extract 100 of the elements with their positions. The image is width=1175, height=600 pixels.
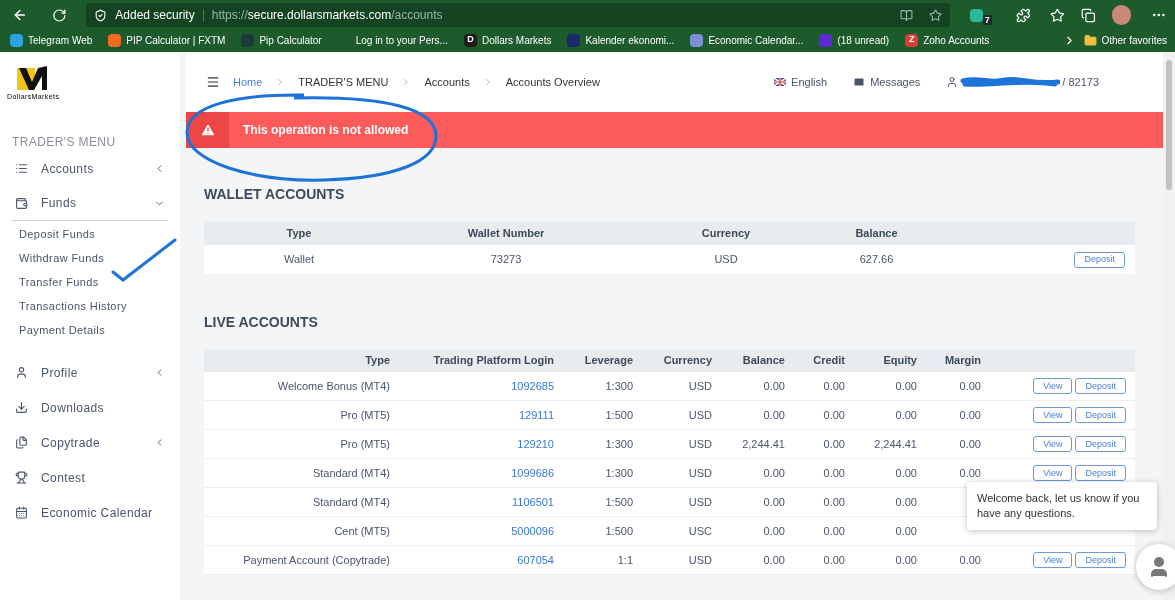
submenu-item[interactable]: Transfer Funds xyxy=(19,270,180,294)
table-cell: 0.00 xyxy=(823,408,845,421)
extension-badge: 7 xyxy=(982,14,992,25)
bookmark[interactable]: Kalender ekonomi... xyxy=(565,32,677,48)
read-aloud-icon[interactable] xyxy=(899,8,913,22)
breadcrumb: Accounts Overview xyxy=(505,74,600,90)
table-cell-text: 627.66 xyxy=(858,252,895,268)
bookmark[interactable]: PIP Calculator | FXTM xyxy=(106,32,228,48)
reload-icon[interactable] xyxy=(51,7,67,23)
breadcrumb[interactable]: Home xyxy=(233,73,263,91)
table-cell: USD xyxy=(688,553,712,566)
scrollbar[interactable] xyxy=(1163,52,1175,600)
table-cell: 0.00 xyxy=(763,495,785,508)
extension-icon[interactable] xyxy=(969,8,983,22)
login-link[interactable]: 1099686 xyxy=(511,466,554,479)
other-favorites[interactable]: Other favorites xyxy=(1084,32,1167,48)
login-link[interactable]: 5000096 xyxy=(511,524,554,537)
action-button[interactable]: Deposit xyxy=(1075,407,1126,423)
column-header: Margin xyxy=(943,353,982,369)
table-cell: 0.00 xyxy=(895,524,917,537)
sidebar-item[interactable]: Contest xyxy=(12,460,168,495)
table-cell: 2,244.41 xyxy=(742,437,785,450)
action-button[interactable]: View xyxy=(1033,465,1073,481)
favorite-icon[interactable] xyxy=(928,8,942,22)
bookmark[interactable]: D Dollars Markets xyxy=(461,32,554,48)
table-cell: 0.00 xyxy=(959,379,981,392)
column-header: Balance xyxy=(741,353,786,369)
flag-icon xyxy=(774,78,787,86)
shield-icon xyxy=(94,8,108,22)
action-button[interactable]: View xyxy=(1033,407,1073,423)
error-alert: This operation is not allowed xyxy=(186,112,1163,148)
table-cell-text: Wallet xyxy=(282,252,316,268)
table-cell: USC xyxy=(688,524,712,537)
address-bar[interactable]: Added security https://secure.dollarsmarkets.com/accounts xyxy=(86,3,950,27)
bookmark[interactable]: Z Zoho Accounts xyxy=(903,32,992,48)
menu-icon[interactable] xyxy=(206,75,220,89)
action-button[interactable]: Deposit xyxy=(1075,378,1126,394)
table-cell: 1:300 xyxy=(605,466,633,479)
files-icon xyxy=(15,436,28,449)
warning-icon xyxy=(199,122,216,138)
folder-icon xyxy=(1084,33,1098,47)
submenu-item[interactable]: Deposit Funds xyxy=(19,222,180,246)
bookmark[interactable]: Pip Calculator xyxy=(239,32,324,48)
table-cell: 0.00 xyxy=(763,553,785,566)
sidebar-item[interactable]: Downloads xyxy=(12,390,168,425)
sidebar-item[interactable]: Profile xyxy=(12,355,168,390)
envelope-icon xyxy=(853,76,866,88)
table-cell: 0.00 xyxy=(763,379,785,392)
action-button[interactable]: Deposit xyxy=(1074,251,1125,268)
bookmark[interactable]: Telegram Web xyxy=(8,32,95,48)
table-cell: USD xyxy=(688,495,712,508)
bookmark[interactable]: Log in to your Pers... xyxy=(335,32,450,48)
submenu-item[interactable]: Withdraw Funds xyxy=(19,246,180,270)
login-link[interactable]: 1106501 xyxy=(512,495,554,508)
table-cell: 0.00 xyxy=(895,379,917,392)
login-link[interactable]: 129210 xyxy=(517,437,554,450)
sidebar-item[interactable]: Accounts xyxy=(12,151,168,186)
table-cell: 0.00 xyxy=(895,495,917,508)
collections-icon[interactable] xyxy=(1081,7,1096,23)
table-cell: 0.00 xyxy=(823,379,845,392)
table-cell: 1:500 xyxy=(605,524,633,537)
column-header: Type xyxy=(285,225,313,241)
chat-popup: Welcome back, let us know if you have any questions. xyxy=(967,482,1157,530)
action-button[interactable]: View xyxy=(1033,436,1073,452)
table-cell: USD xyxy=(688,466,712,479)
extensions-icon[interactable] xyxy=(1015,7,1031,23)
column-header: Wallet Number xyxy=(466,225,546,241)
login-link[interactable]: 607054 xyxy=(517,553,554,566)
action-button[interactable]: View xyxy=(1033,378,1073,394)
download-icon xyxy=(15,401,28,414)
action-button[interactable]: Deposit xyxy=(1075,436,1126,452)
bookmark[interactable]: Economic Calendar... xyxy=(688,32,806,48)
messages-link[interactable]: Messages xyxy=(853,73,921,91)
user-icon xyxy=(15,366,28,379)
table-cell: 0.00 xyxy=(895,408,917,421)
table-cell: 1:500 xyxy=(605,408,633,421)
table-cell: Pro (MT5) xyxy=(340,408,390,421)
table-cell: 1:1 xyxy=(617,553,633,566)
sidebar-item[interactable]: Copytrade xyxy=(12,425,168,460)
sidebar-item[interactable]: Economic Calendar xyxy=(12,495,168,530)
favorites-icon[interactable] xyxy=(1050,7,1066,23)
table-cell: 0.00 xyxy=(823,437,845,450)
table-cell: Standard (MT4) xyxy=(312,466,390,479)
user-icon xyxy=(946,76,959,88)
profile-avatar[interactable] xyxy=(1111,5,1132,25)
submenu-item[interactable]: Payment Details xyxy=(19,318,180,342)
table-cell: 0.00 xyxy=(823,524,845,537)
back-icon[interactable] xyxy=(12,7,28,23)
language-selector[interactable]: English xyxy=(774,73,828,91)
table-cell: 0.00 xyxy=(763,466,785,479)
action-button[interactable]: Deposit xyxy=(1075,552,1126,568)
action-button[interactable]: View xyxy=(1033,552,1073,568)
trophy-icon xyxy=(15,471,28,484)
submenu-item[interactable]: Transactions History xyxy=(19,294,180,318)
action-button[interactable]: Deposit xyxy=(1075,465,1126,481)
bookmark[interactable]: (18 unread) xyxy=(817,32,892,48)
login-link[interactable]: 1092685 xyxy=(511,379,554,392)
menu-heading: TRADER'S MENU xyxy=(12,134,117,151)
login-link[interactable]: 129111 xyxy=(518,408,554,421)
column-header: Type xyxy=(364,353,391,369)
